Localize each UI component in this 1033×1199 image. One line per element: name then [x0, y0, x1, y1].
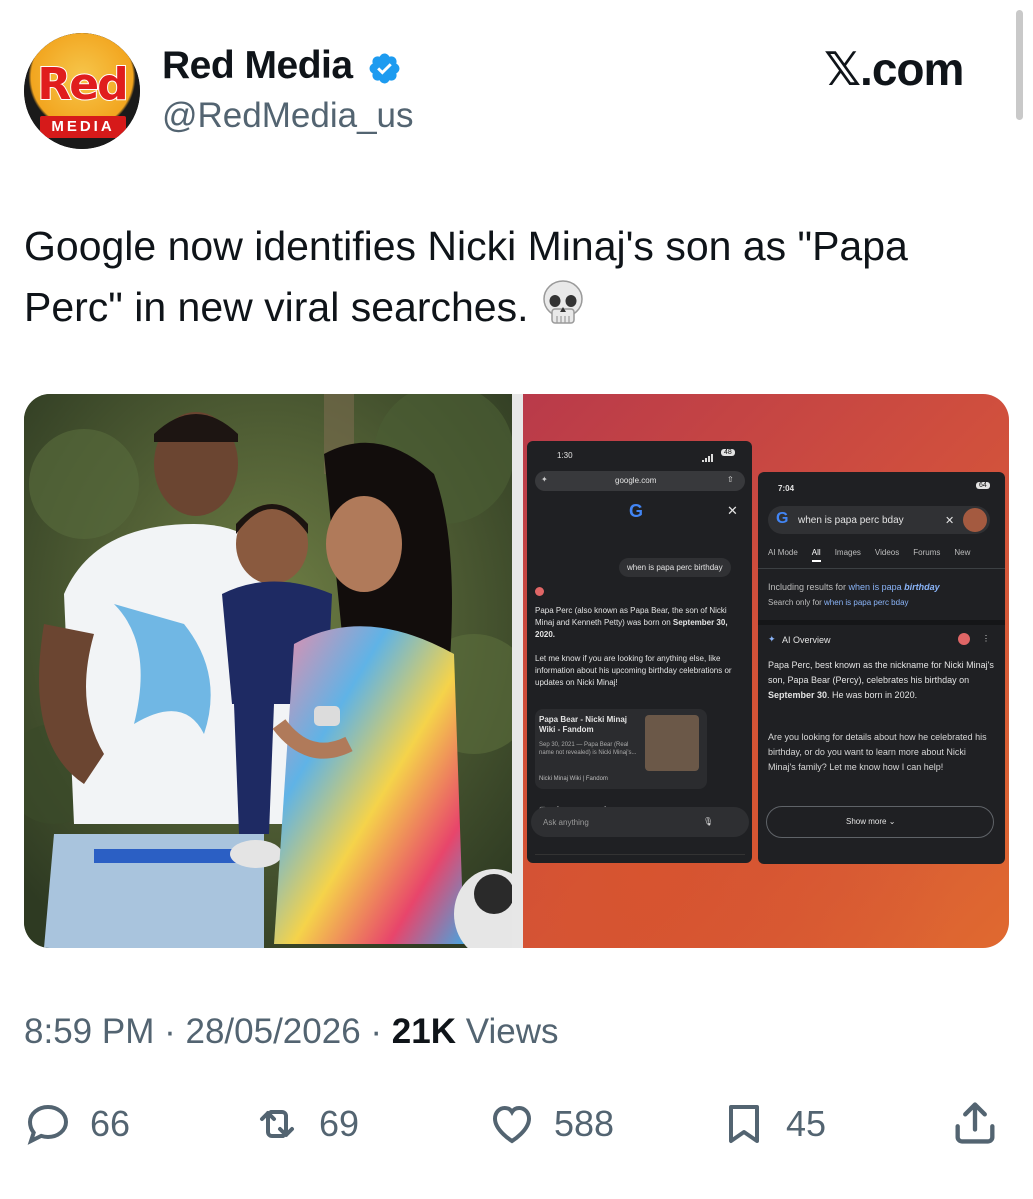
tabs-divider	[758, 568, 1005, 569]
answer-paragraph-2: Let me know if you are looking for anyth…	[535, 654, 732, 687]
including-prefix: Including results for	[768, 582, 849, 592]
section-divider	[758, 620, 1005, 625]
including-results: Including results for when is papa birth…	[768, 582, 940, 592]
search-only-link[interactable]: when is papa perc bday	[824, 598, 909, 607]
profile-avatar[interactable]	[963, 508, 987, 532]
reply-button[interactable]: 66	[24, 1098, 130, 1150]
mic-icon[interactable]: 🎙	[703, 817, 713, 826]
author-handle[interactable]: @RedMedia_us	[162, 96, 414, 136]
battery-badge: 64	[976, 482, 990, 489]
repost-count: 69	[319, 1103, 360, 1144]
repost-button[interactable]: 69	[253, 1098, 359, 1150]
status-time: 1:30	[557, 451, 573, 460]
answer-paragraph-1: Papa Perc (also known as Papa Bear, the …	[535, 605, 745, 641]
clear-icon[interactable]: ✕	[945, 514, 954, 527]
tab-forums[interactable]: Forums	[913, 548, 940, 562]
avatar[interactable]: Red MEDIA	[24, 33, 140, 149]
tweet-date[interactable]: 28/05/2026	[185, 1012, 360, 1051]
show-more-text: Show more	[846, 817, 887, 826]
meta-separator: ·	[370, 1012, 383, 1051]
like-count: 588	[554, 1103, 615, 1144]
search-screenshots[interactable]: 1:30 48 ✦ google.com ⇧ G ✕ when is papa …	[523, 394, 1009, 948]
skull-icon	[543, 280, 584, 324]
google-logo-icon: G	[776, 510, 789, 527]
tweet-text: Google now identifies Nicki Minaj's son …	[24, 216, 1009, 338]
search-query: when is papa perc bday	[798, 515, 904, 526]
ai-overview-paragraph-1: Papa Perc, best known as the nickname fo…	[768, 658, 996, 703]
bookmark-icon	[729, 1105, 759, 1143]
scrollbar[interactable]	[1016, 10, 1023, 120]
ai-overview-avatar	[958, 633, 970, 645]
url-text: google.com	[615, 476, 657, 485]
including-link[interactable]: when is papa	[849, 582, 905, 592]
ai-overview-paragraph-2: Are you looking for details about how he…	[768, 732, 987, 772]
phone-screenshot-chat: 1:30 48 ✦ google.com ⇧ G ✕ when is papa …	[527, 441, 752, 863]
search-only-prefix: Search only for	[768, 598, 825, 607]
heart-icon	[492, 1105, 532, 1144]
family-photo-image	[24, 394, 512, 948]
close-icon[interactable]: ✕	[727, 503, 738, 519]
tab-news[interactable]: New	[954, 548, 970, 562]
search-only: Search only for when is papa perc bday	[768, 598, 909, 607]
reply-icon	[27, 1104, 69, 1145]
source-card-thumbnail	[645, 715, 699, 771]
share-small-icon[interactable]: ⇧	[727, 475, 734, 484]
more-options-icon[interactable]: ⋮	[982, 634, 990, 643]
avatar-logo-tag: MEDIA	[40, 116, 126, 138]
meta-separator: ·	[164, 1012, 176, 1051]
source-card-snippet: Sep 30, 2021 — Papa Bear (Real name not …	[539, 742, 637, 756]
media-container[interactable]: 1:30 48 ✦ google.com ⇧ G ✕ when is papa …	[24, 394, 1009, 948]
repost-icon	[260, 1110, 294, 1138]
verified-badge-icon	[369, 53, 400, 84]
tab-videos[interactable]: Videos	[875, 548, 899, 562]
status-time: 7:04	[778, 484, 795, 493]
views-count: 21K	[391, 1012, 456, 1051]
tab-all[interactable]: All	[811, 548, 821, 562]
sparkle-icon: ✦	[768, 634, 776, 644]
battery-badge: 48	[721, 449, 735, 456]
tweet-body: Google now identifies Nicki Minaj's son …	[24, 223, 908, 330]
views-label: Views	[465, 1012, 559, 1051]
source-card-site: Nicki Minaj Wiki | Fandom	[539, 776, 608, 782]
brand-label: 𝕏.com	[824, 43, 964, 95]
signal-icon	[702, 449, 714, 462]
source-card-title: Papa Bear - Nicki Minaj Wiki - Fandom	[539, 715, 628, 734]
reply-count: 66	[90, 1103, 131, 1144]
plus-icon[interactable]: ✦	[541, 475, 548, 484]
like-button[interactable]: 588	[488, 1098, 614, 1150]
user-query-bubble: when is papa perc birthday	[619, 558, 731, 577]
tweet-time[interactable]: 8:59 PM	[24, 1012, 154, 1051]
bookmark-button[interactable]: 45	[720, 1098, 826, 1150]
ai-p1-text: Papa Perc, best known as the nickname fo…	[768, 660, 994, 685]
share-icon[interactable]	[949, 1097, 1001, 1149]
tab-images[interactable]: Images	[835, 548, 861, 562]
tab-ai-mode[interactable]: AI Mode	[768, 548, 798, 562]
phone-screenshot-search: 7:04 64 G when is papa perc bday ✕ AI Mo…	[758, 472, 1005, 864]
avatar-logo-word: Red	[36, 58, 129, 111]
including-bold[interactable]: birthday	[904, 582, 940, 592]
ask-placeholder: Ask anything	[543, 818, 589, 827]
show-more-label: Show more ⌄	[846, 817, 896, 826]
family-photo[interactable]	[24, 394, 512, 948]
ai-overview-title: AI Overview	[782, 635, 831, 645]
tweet-meta: 8:59 PM · 28/05/2026 · 21K Views	[24, 1012, 558, 1052]
ask-bar-wrapper	[535, 853, 749, 859]
search-tabs: AI Mode All Images Videos Forums New	[768, 548, 970, 562]
author-display-name[interactable]: Red Media	[162, 44, 353, 88]
google-logo-icon: G	[629, 501, 644, 521]
ai-avatar-icon	[535, 587, 544, 596]
ai-p1-tail: . He was born in 2020.	[827, 690, 918, 700]
bookmark-count: 45	[786, 1103, 827, 1144]
ai-p1-date: September 30	[768, 690, 828, 700]
